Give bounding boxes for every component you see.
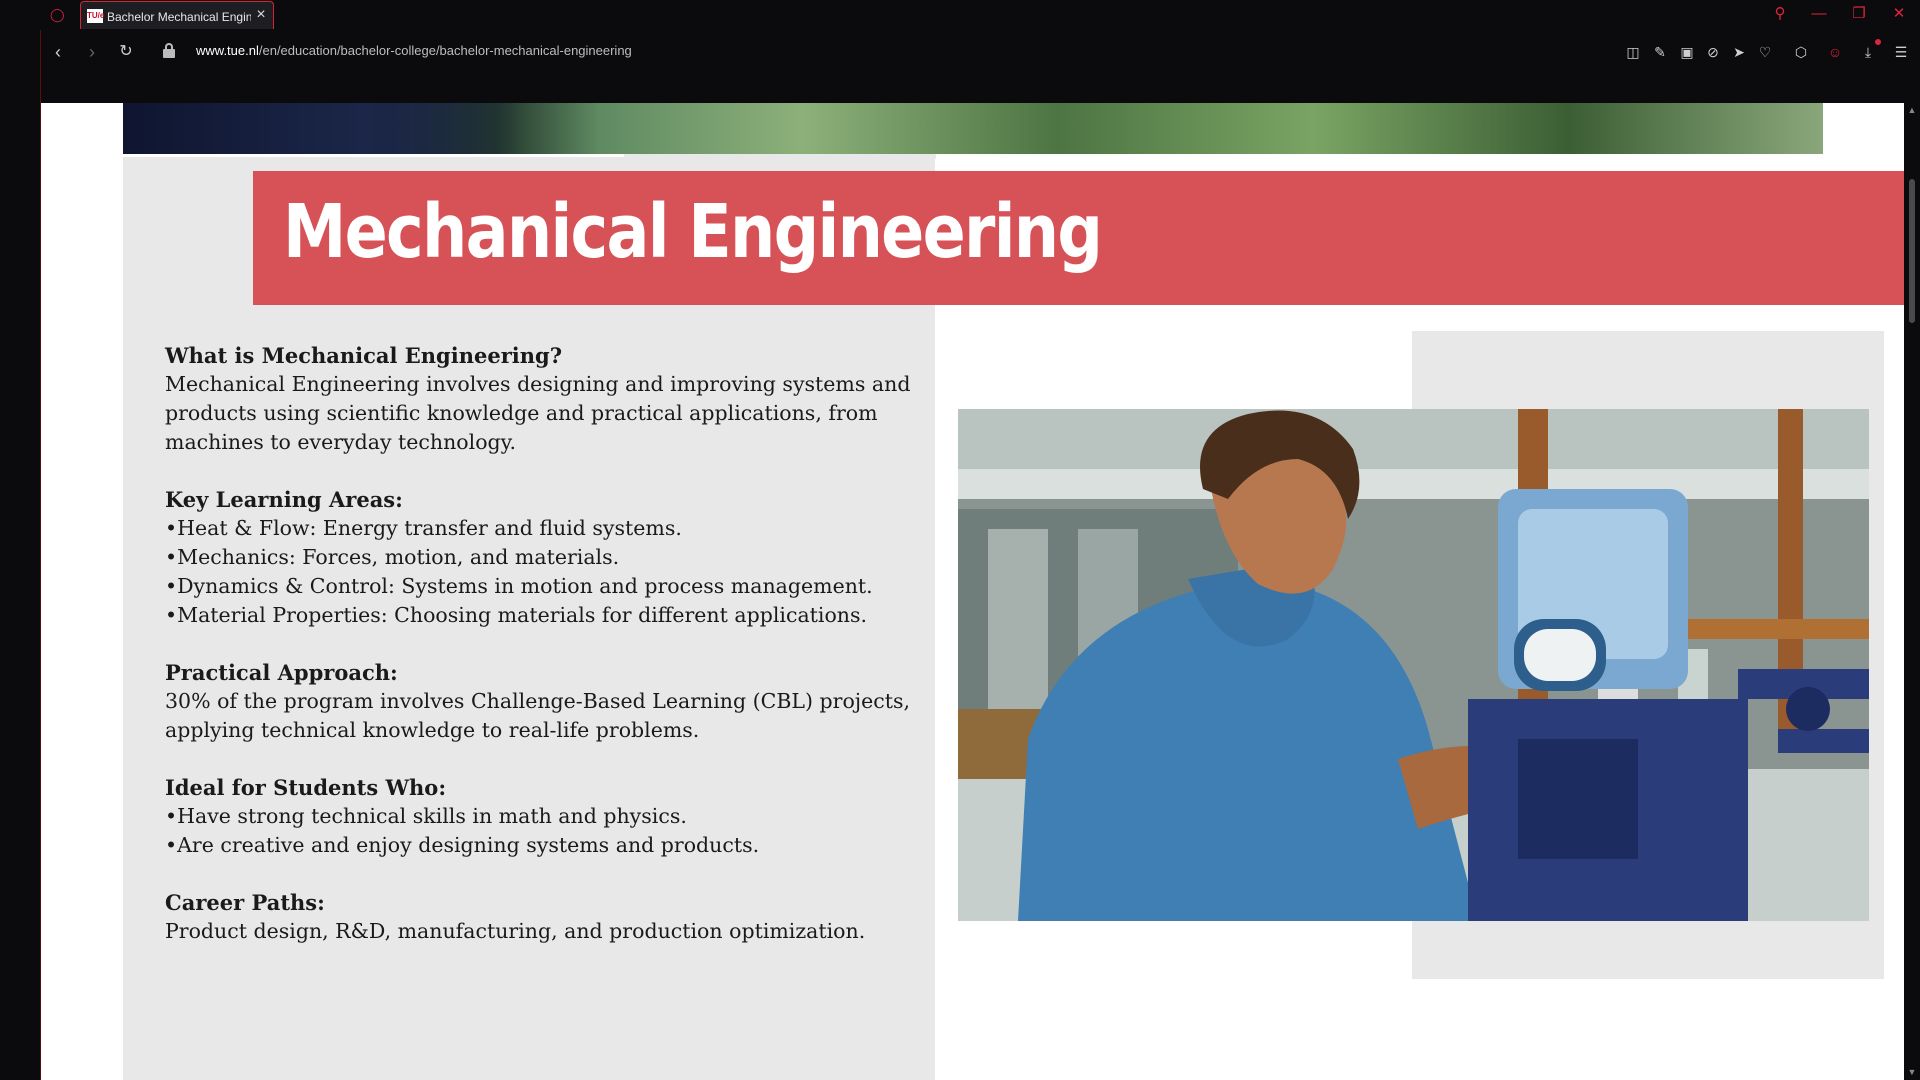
page-viewport: Mechanical Engineering What is Mechanica…	[41, 103, 1904, 1080]
list-item: •Dynamics & Control: Systems in motion a…	[165, 574, 873, 598]
url-path: /en/education/bachelor-college/bachelor-…	[258, 43, 632, 58]
site-favicon-icon: TU/e	[87, 9, 104, 23]
hero-person-shape	[123, 103, 523, 154]
section-text: Product design, R&D, manufacturing, and …	[165, 919, 866, 943]
lock-icon[interactable]	[163, 43, 175, 59]
heart-icon[interactable]: ♡	[1755, 42, 1775, 62]
section-practical-approach: Practical Approach: 30% of the program i…	[165, 658, 911, 745]
panel-top-bar	[624, 154, 936, 159]
section-ideal-students: Ideal for Students Who: •Have strong tec…	[165, 773, 905, 860]
title-banner: Mechanical Engineering	[253, 171, 1904, 305]
reload-icon[interactable]: ↻	[115, 41, 137, 63]
scroll-up-icon[interactable]: ▲	[1907, 105, 1917, 115]
engineer-illustration	[958, 409, 1869, 921]
program-description: What is Mechanical Engineering? Mechanic…	[165, 341, 911, 974]
section-career-paths: Career Paths: Product design, R&D, manuf…	[165, 888, 905, 946]
list-item: •Are creative and enjoy designing system…	[165, 833, 760, 857]
list-item: •Mechanics: Forces, motion, and material…	[165, 545, 620, 569]
notification-badge	[1875, 39, 1881, 45]
menu-icon[interactable]: ☰	[1891, 42, 1911, 62]
section-heading: What is Mechanical Engineering?	[165, 343, 563, 368]
section-heading: Career Paths:	[165, 890, 325, 915]
active-tab[interactable]: TU/e Bachelor Mechanical Engineering ×	[80, 1, 274, 29]
section-text: products using scientific knowledge and …	[165, 401, 878, 425]
profile-icon[interactable]: ☺	[1825, 42, 1845, 62]
section-heading: Practical Approach:	[165, 660, 398, 685]
page-title: Mechanical Engineering	[283, 189, 1103, 275]
forward-icon[interactable]: ›	[81, 41, 103, 63]
section-text: 30% of the program involves Challenge-Ba…	[165, 689, 911, 713]
hero-image	[123, 103, 1823, 154]
restore-icon[interactable]: ❐	[1849, 4, 1869, 24]
list-item: •Have strong technical skills in math an…	[165, 804, 687, 828]
section-heading: Key Learning Areas:	[165, 487, 403, 512]
scroll-down-icon[interactable]: ▼	[1907, 1067, 1917, 1077]
send-icon[interactable]: ➤	[1729, 42, 1749, 62]
cube-icon[interactable]: ⬡	[1791, 42, 1811, 62]
url-field[interactable]: www.tue.nl/en/education/bachelor-college…	[196, 43, 632, 58]
minimize-icon[interactable]: —	[1809, 4, 1829, 24]
section-text: machines to everyday technology.	[165, 430, 517, 454]
block-icon[interactable]: ⊘	[1703, 42, 1723, 62]
url-domain: www.tue.nl	[196, 43, 259, 58]
tab-close-icon[interactable]: ×	[253, 7, 269, 23]
list-item: •Material Properties: Choosing materials…	[165, 603, 868, 627]
close-window-icon[interactable]: ✕	[1889, 4, 1909, 24]
page-scrollbar[interactable]: ▲ ▼	[1904, 103, 1920, 1080]
search-icon[interactable]: ⚲	[1770, 4, 1790, 24]
browser-logo-icon[interactable]: ◯	[50, 7, 66, 23]
section-text: applying technical knowledge to real-lif…	[165, 718, 700, 742]
back-icon[interactable]: ‹	[47, 41, 69, 63]
list-item: •Heat & Flow: Energy transfer and fluid …	[165, 516, 682, 540]
address-bar: ‹ › ↻ www.tue.nl/en/education/bachelor-c…	[41, 30, 1920, 103]
reader-mode-icon[interactable]: ◫	[1623, 42, 1643, 62]
edit-icon[interactable]: ✎	[1650, 42, 1670, 62]
section-key-learning-areas: Key Learning Areas: •Heat & Flow: Energy…	[165, 485, 905, 630]
download-icon[interactable]: ⤓	[1858, 42, 1878, 62]
browser-sidebar	[0, 30, 41, 1080]
section-what-is: What is Mechanical Engineering? Mechanic…	[165, 341, 911, 457]
tab-title: Bachelor Mechanical Engineering	[107, 10, 251, 24]
section-heading: Ideal for Students Who:	[165, 775, 447, 800]
camera-icon[interactable]: ▣	[1677, 42, 1697, 62]
scrollbar-thumb[interactable]	[1909, 179, 1915, 323]
section-text: Mechanical Engineering involves designin…	[165, 372, 911, 396]
tab-bar: ◯ TU/e Bachelor Mechanical Engineering ×…	[0, 0, 1920, 30]
